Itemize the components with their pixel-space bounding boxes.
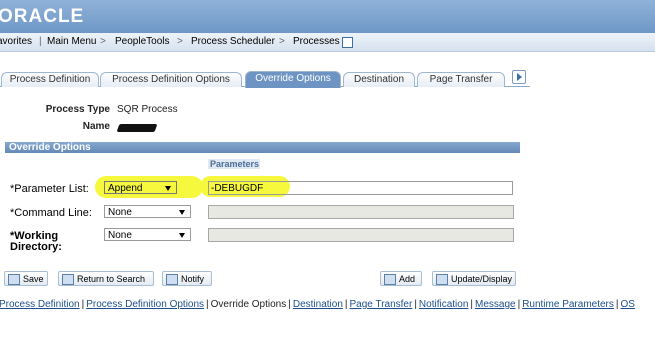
link-destination[interactable]: Destination <box>293 299 343 310</box>
tab-override-options[interactable]: Override Options <box>245 71 341 88</box>
command-line-label: *Command Line: <box>10 207 92 219</box>
next-tab-icon[interactable] <box>512 70 526 84</box>
save-icon <box>8 274 20 285</box>
link-notification[interactable]: Notification <box>419 299 468 310</box>
link-message[interactable]: Message <box>475 299 516 310</box>
working-directory-label-2: Directory: <box>10 241 62 253</box>
parameter-list-select[interactable]: Append <box>104 181 177 194</box>
add-icon <box>384 274 396 285</box>
link-page-transfer[interactable]: Page Transfer <box>350 299 413 310</box>
nav-processes[interactable]: Processes <box>293 36 340 47</box>
nav-process-scheduler[interactable]: Process Scheduler <box>191 36 275 47</box>
command-line-select[interactable]: None <box>104 205 191 218</box>
notify-icon <box>166 274 178 285</box>
nav-separator: > <box>279 36 285 47</box>
nav-main-menu[interactable]: Main Menu <box>47 36 96 47</box>
working-directory-input[interactable] <box>208 228 514 242</box>
override-options-section-title: Override Options <box>5 142 520 153</box>
oracle-logo: ORACLE <box>0 6 85 27</box>
link-override-options: Override Options <box>210 299 287 310</box>
dropdown-arrow-icon <box>179 233 185 238</box>
link-process-definition-options[interactable]: Process Definition Options <box>86 299 204 310</box>
dropdown-arrow-icon <box>179 210 185 215</box>
tab-process-definition-options[interactable]: Process Definition Options <box>100 72 242 87</box>
dropdown-arrow-icon <box>165 186 171 191</box>
add-button[interactable]: Add <box>380 271 422 286</box>
nav-favorites[interactable]: avorites <box>0 36 32 47</box>
nav-separator: > <box>177 36 183 47</box>
command-line-selected: None <box>108 207 132 218</box>
bottom-page-links: Process Definition | Process Definition Op… <box>0 299 635 310</box>
tab-destination[interactable]: Destination <box>343 72 415 87</box>
nav-separator: > <box>100 36 106 47</box>
search-icon[interactable] <box>342 37 353 48</box>
nav-separator: | <box>39 36 42 47</box>
nav-peopletools[interactable]: PeopleTools <box>115 36 169 47</box>
process-type-value: SQR Process <box>117 104 178 115</box>
working-directory-select[interactable]: None <box>104 228 191 241</box>
command-line-input[interactable] <box>208 205 514 219</box>
redacted-name <box>116 124 158 132</box>
tab-process-definition[interactable]: Process Definition <box>1 72 99 87</box>
link-process-definition[interactable]: Process Definition <box>0 299 80 310</box>
update-display-button[interactable]: Update/Display <box>432 271 516 286</box>
breadcrumb: avorites | Main Menu > PeopleTools > Pro… <box>0 33 655 52</box>
link-os[interactable]: OS <box>621 299 635 310</box>
return-icon <box>62 274 74 285</box>
parameter-list-input[interactable]: -DEBUGDF <box>208 181 513 195</box>
parameter-list-label: *Parameter List: <box>10 183 89 195</box>
return-to-search-button[interactable]: Return to Search <box>58 271 154 286</box>
parameter-list-selected: Append <box>108 183 143 194</box>
working-directory-selected: None <box>108 230 132 241</box>
process-name-label: Name <box>82 121 110 132</box>
tab-page-transfer[interactable]: Page Transfer <box>417 72 505 87</box>
oracle-header: ORACLE <box>0 0 655 33</box>
save-button[interactable]: Save <box>4 271 48 286</box>
link-runtime-parameters[interactable]: Runtime Parameters <box>522 299 614 310</box>
process-type-label: Process Type <box>45 104 110 115</box>
update-icon <box>436 274 448 285</box>
notify-button[interactable]: Notify <box>162 271 212 286</box>
parameters-column-header: Parameters <box>208 159 260 169</box>
